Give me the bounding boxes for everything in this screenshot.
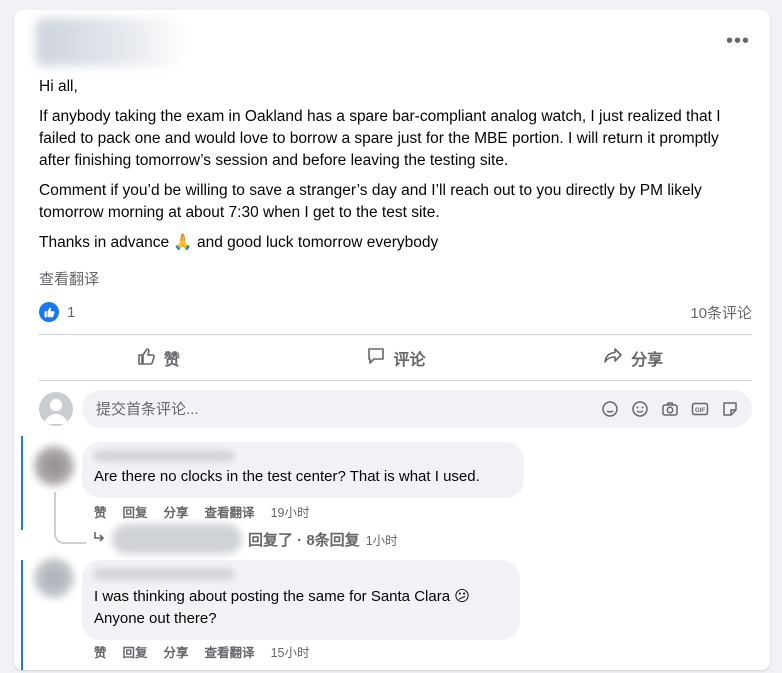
- comment-like-link[interactable]: 赞: [94, 642, 107, 661]
- divider: [39, 380, 752, 381]
- comment-reply-link[interactable]: 回复: [123, 642, 148, 661]
- sticker-icon[interactable]: [720, 399, 740, 419]
- post-paragraph: Hi all,: [39, 78, 78, 95]
- comment-text: Are there no clocks in the test center? …: [94, 468, 480, 485]
- commenter-avatar[interactable]: [34, 558, 74, 598]
- comment-translate-link[interactable]: 查看翻译: [205, 642, 255, 661]
- reaction-summary[interactable]: 1: [39, 302, 75, 322]
- like-button[interactable]: 赞: [39, 340, 277, 376]
- reply-connector: [54, 492, 86, 544]
- comment-meta: 赞 回复 分享 查看翻译 15小时: [94, 642, 309, 661]
- comment-reply-link[interactable]: 回复: [123, 502, 148, 521]
- current-user-avatar[interactable]: [39, 392, 73, 426]
- composer-tools: GIF: [600, 399, 740, 419]
- commenter-avatar[interactable]: [34, 446, 74, 486]
- post-card: ••• Hi all, If anybody taking the exam i…: [14, 10, 770, 670]
- gif-icon[interactable]: GIF: [690, 399, 710, 419]
- post-body: Hi all, If anybody taking the exam in Oa…: [39, 76, 754, 262]
- share-button-label: 分享: [631, 352, 664, 369]
- avatar-sticker-icon[interactable]: [600, 399, 620, 419]
- replier-name-blurred: [112, 524, 242, 554]
- reaction-count: 1: [67, 303, 76, 321]
- comment-text-line: I was thinking about posting the same fo…: [94, 588, 470, 605]
- post-paragraph: If anybody taking the exam in Oakland ha…: [39, 108, 721, 169]
- commenter-name-blurred[interactable]: [94, 568, 234, 580]
- comment-timestamp[interactable]: 19小时: [271, 502, 310, 521]
- like-button-label: 赞: [163, 352, 180, 369]
- emoji-icon[interactable]: [630, 399, 650, 419]
- thumbs-up-icon: [136, 346, 156, 371]
- replies-timestamp: 1小时: [365, 533, 398, 548]
- share-arrow-icon: [603, 346, 623, 371]
- comment-button[interactable]: 评论: [277, 340, 515, 376]
- comment-share-link[interactable]: 分享: [164, 642, 189, 661]
- svg-text:GIF: GIF: [695, 408, 705, 414]
- comment-timestamp[interactable]: 15小时: [271, 642, 310, 661]
- reply-arrow-icon: [92, 530, 106, 548]
- comment-text-line: Anyone out there?: [94, 610, 217, 627]
- comment-translate-link[interactable]: 查看翻译: [205, 502, 255, 521]
- thread-line: [21, 436, 23, 530]
- comment-share-link[interactable]: 分享: [164, 502, 189, 521]
- post-paragraph: Comment if you’d be willing to save a st…: [39, 182, 702, 221]
- comment-bubble: I was thinking about posting the same fo…: [82, 560, 520, 640]
- comment-button-label: 评论: [393, 352, 426, 369]
- post-actions-bar: 赞 评论 分享: [39, 340, 752, 376]
- view-replies-link[interactable]: 回复了 · 8条回复: [248, 529, 360, 550]
- camera-icon[interactable]: [660, 399, 680, 419]
- see-translation-link[interactable]: 查看翻译: [39, 268, 99, 289]
- comment-bubble: Are there no clocks in the test center? …: [82, 442, 524, 498]
- comment-count-link[interactable]: 10条评论: [690, 302, 752, 323]
- comment-meta: 赞 回复 分享 查看翻译 19小时: [94, 502, 309, 521]
- like-reaction-icon: [39, 302, 59, 322]
- share-button[interactable]: 分享: [514, 340, 752, 376]
- post-paragraph: Thanks in advance 🙏 and good luck tomorr…: [39, 234, 439, 251]
- more-options-icon[interactable]: •••: [726, 31, 750, 51]
- comment-like-link[interactable]: 赞: [94, 502, 107, 521]
- thread-line: [21, 560, 23, 670]
- divider: [39, 334, 752, 335]
- comment-input[interactable]: [94, 399, 600, 419]
- comment-composer[interactable]: GIF: [82, 390, 752, 428]
- comment-bubble-icon: [366, 346, 386, 371]
- commenter-name-blurred[interactable]: [94, 450, 234, 462]
- author-header-blurred[interactable]: [36, 18, 186, 66]
- view-replies-row[interactable]: 回复了 · 8条回复 1小时: [92, 524, 398, 554]
